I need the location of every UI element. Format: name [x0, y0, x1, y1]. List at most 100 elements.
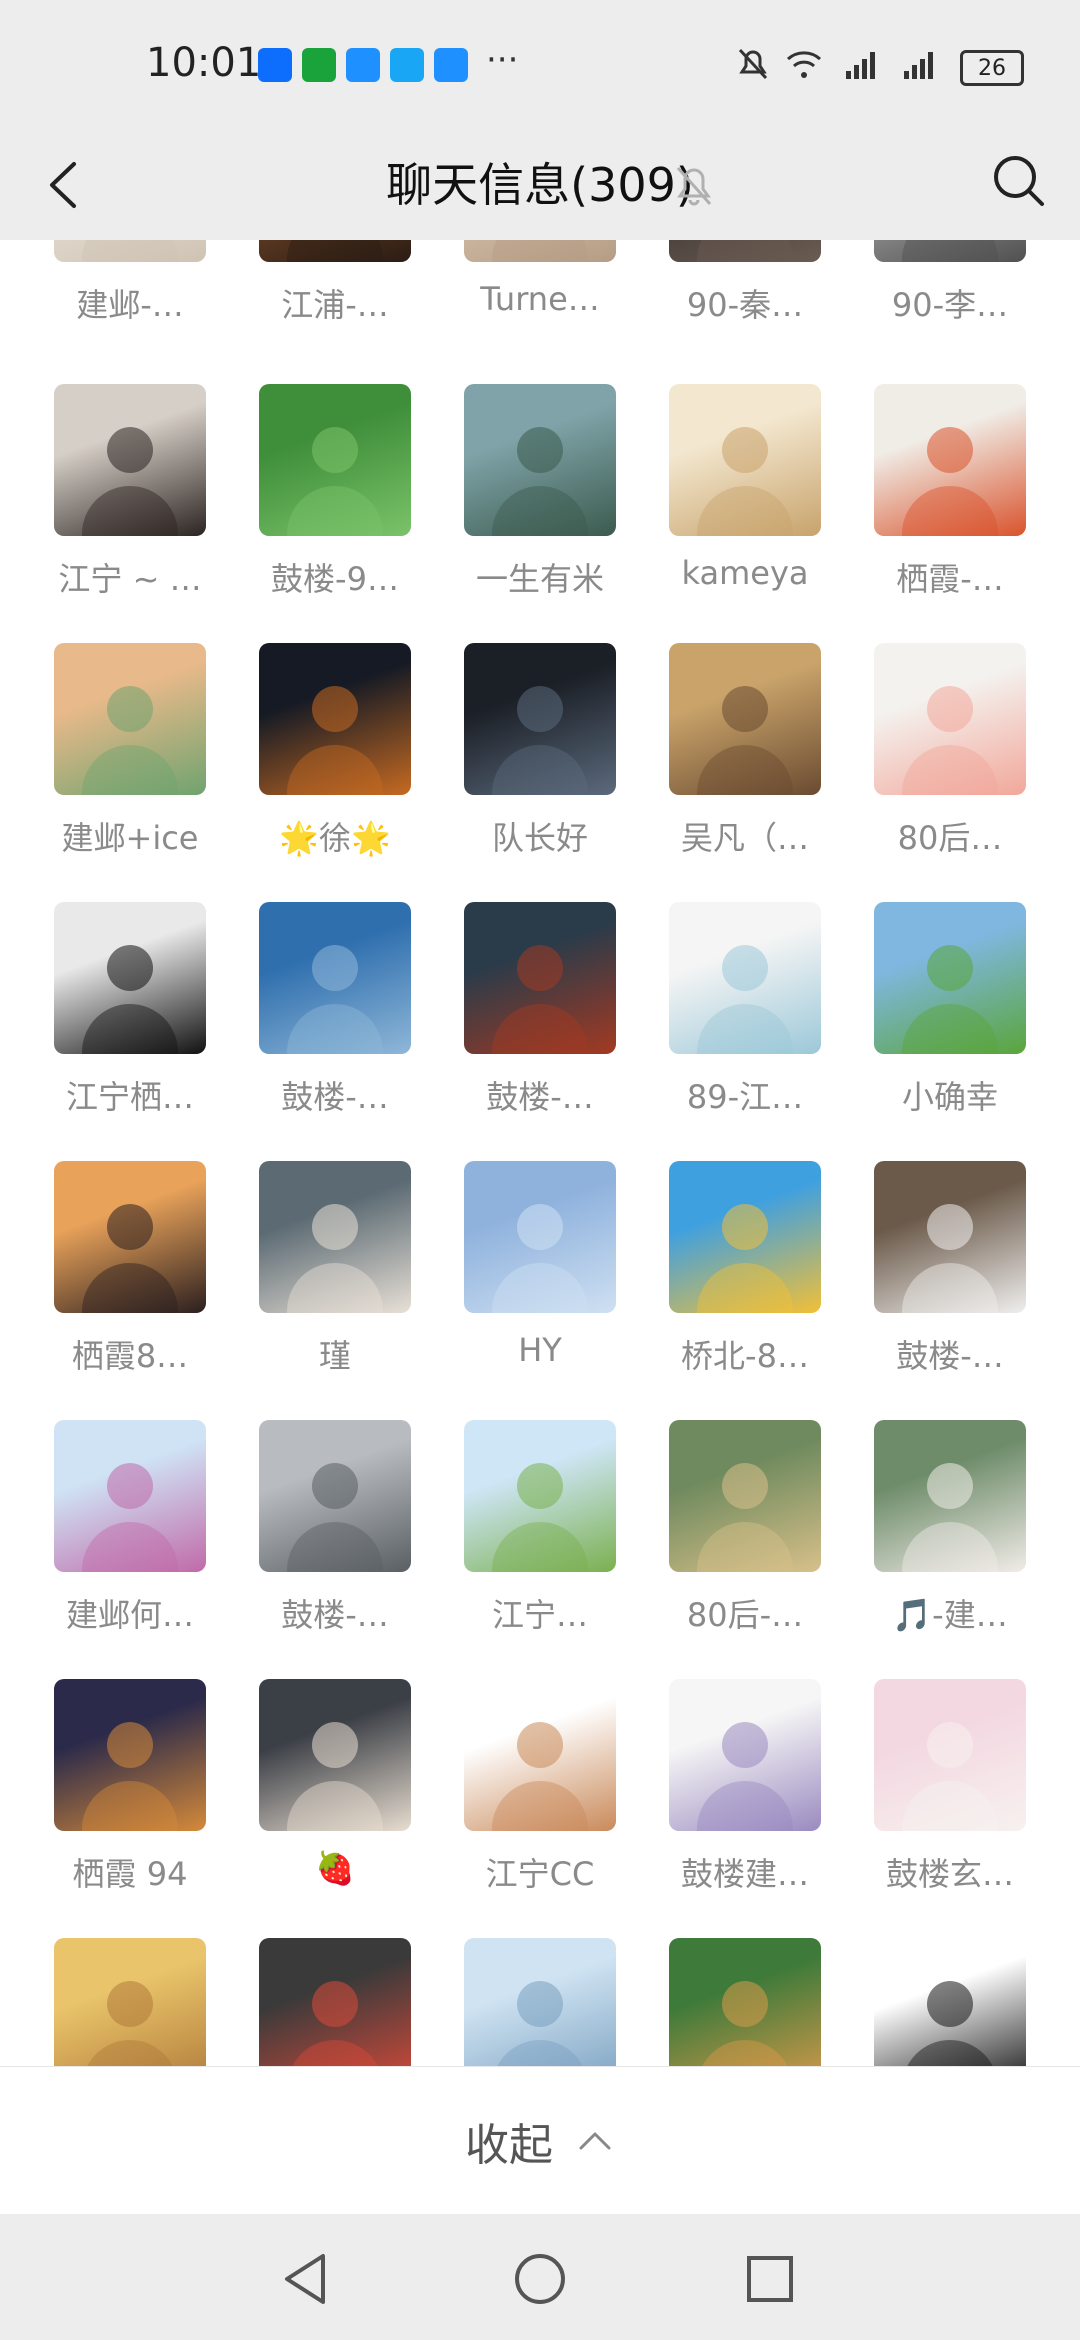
member-item[interactable]: kameya — [643, 384, 847, 592]
member-avatar[interactable] — [464, 643, 616, 795]
member-name: 栖霞8… — [71, 1337, 189, 1375]
member-avatar[interactable] — [669, 1679, 821, 1831]
member-item[interactable]: 🌟徐🌟 — [233, 643, 437, 859]
member-item[interactable]: 鼓楼-… — [848, 1161, 1052, 1377]
member-avatar[interactable] — [874, 1420, 1026, 1572]
member-item[interactable]: 桥北-8… — [643, 1161, 847, 1377]
member-item[interactable]: 江宁… — [438, 1420, 642, 1636]
member-avatar[interactable] — [54, 1938, 206, 2066]
member-name: 江宁 ~ … — [58, 560, 202, 598]
member-item[interactable] — [643, 1938, 847, 2066]
member-item[interactable]: 90-秦… — [643, 240, 847, 326]
member-avatar[interactable] — [464, 240, 616, 262]
member-avatar[interactable] — [874, 902, 1026, 1054]
member-item[interactable] — [28, 1938, 232, 2066]
member-item[interactable]: 小确幸 — [848, 902, 1052, 1118]
member-avatar[interactable] — [874, 1161, 1026, 1313]
member-item[interactable]: 鼓楼玄… — [848, 1679, 1052, 1895]
home-circle-icon[interactable] — [505, 2244, 575, 2314]
member-name: HY — [518, 1331, 562, 1369]
search-icon[interactable] — [984, 146, 1054, 216]
member-item[interactable]: 90-李… — [848, 240, 1052, 326]
member-item[interactable]: HY — [438, 1161, 642, 1369]
recents-square-icon[interactable] — [735, 2244, 805, 2314]
member-name: 桥北-8… — [681, 1337, 809, 1375]
app-notification-icon — [434, 48, 468, 82]
member-avatar[interactable] — [874, 643, 1026, 795]
member-avatar[interactable] — [54, 1161, 206, 1313]
member-item[interactable]: Turne… — [438, 240, 642, 318]
bell-off-status-icon — [738, 48, 768, 80]
member-avatar[interactable] — [874, 240, 1026, 262]
member-item[interactable] — [848, 1938, 1052, 2066]
member-item[interactable]: 鼓楼-… — [233, 902, 437, 1118]
member-avatar[interactable] — [464, 1679, 616, 1831]
member-item[interactable]: 栖霞 94 — [28, 1679, 232, 1895]
member-item[interactable]: 建邺何… — [28, 1420, 232, 1636]
member-avatar[interactable] — [259, 902, 411, 1054]
member-item[interactable]: 栖霞8… — [28, 1161, 232, 1377]
member-avatar[interactable] — [464, 1420, 616, 1572]
member-avatar[interactable] — [259, 1679, 411, 1831]
back-triangle-icon[interactable] — [273, 2244, 343, 2314]
member-avatar[interactable] — [669, 1938, 821, 2066]
member-avatar[interactable] — [669, 902, 821, 1054]
member-avatar[interactable] — [464, 1161, 616, 1313]
member-avatar[interactable] — [259, 1420, 411, 1572]
member-item[interactable]: 鼓楼建… — [643, 1679, 847, 1895]
member-avatar[interactable] — [874, 384, 1026, 536]
member-name: 🌟徐🌟 — [279, 819, 391, 857]
member-avatar[interactable] — [669, 384, 821, 536]
member-avatar[interactable] — [54, 1420, 206, 1572]
member-item[interactable]: 江宁CC — [438, 1679, 642, 1895]
weather-notification-icon — [346, 48, 380, 82]
member-avatar[interactable] — [259, 1938, 411, 2066]
signal-4g-icon — [846, 52, 875, 79]
member-item[interactable]: 江浦-… — [233, 240, 437, 326]
member-item[interactable]: 建邺-… — [28, 240, 232, 326]
member-avatar[interactable] — [874, 1679, 1026, 1831]
member-name: 89-江… — [686, 1078, 804, 1116]
member-avatar[interactable] — [669, 240, 821, 262]
member-name: 鼓楼玄… — [885, 1855, 1014, 1893]
collapse-button[interactable]: 收起 — [0, 2066, 1080, 2215]
member-item[interactable]: 鼓楼-… — [438, 902, 642, 1118]
member-item[interactable]: 建邺+ice — [28, 643, 232, 859]
member-avatar[interactable] — [669, 1161, 821, 1313]
member-avatar[interactable] — [669, 1420, 821, 1572]
member-item[interactable]: 89-江… — [643, 902, 847, 1118]
member-avatar[interactable] — [259, 1161, 411, 1313]
member-avatar[interactable] — [464, 902, 616, 1054]
member-item[interactable]: 一生有米 — [438, 384, 642, 600]
member-avatar[interactable] — [464, 1938, 616, 2066]
member-item[interactable]: 江宁栖… — [28, 902, 232, 1118]
page-title: 聊天信息(309) — [386, 158, 694, 212]
member-item[interactable]: 80后… — [848, 643, 1052, 859]
member-avatar[interactable] — [259, 384, 411, 536]
member-item[interactable]: 🎵-建… — [848, 1420, 1052, 1636]
member-item[interactable]: 江宁 ~ … — [28, 384, 232, 600]
member-avatar[interactable] — [54, 643, 206, 795]
member-item[interactable] — [233, 1938, 437, 2066]
member-item[interactable]: 瑾 — [233, 1161, 437, 1377]
more-notifications-icon: ··· — [486, 40, 519, 80]
member-avatar[interactable] — [54, 902, 206, 1054]
member-name: 80后… — [897, 819, 1003, 857]
member-avatar[interactable] — [874, 1938, 1026, 2066]
member-avatar[interactable] — [464, 384, 616, 536]
member-item[interactable]: 80后-… — [643, 1420, 847, 1636]
member-item[interactable]: 🍓 — [233, 1679, 437, 1887]
member-avatar[interactable] — [54, 1679, 206, 1831]
member-item[interactable]: 鼓楼-9… — [233, 384, 437, 600]
member-item[interactable]: 鼓楼-… — [233, 1420, 437, 1636]
member-item[interactable]: 栖霞-… — [848, 384, 1052, 600]
member-avatar[interactable] — [259, 643, 411, 795]
member-name: 瑾 — [318, 1337, 351, 1375]
member-avatar[interactable] — [259, 240, 411, 262]
member-avatar[interactable] — [54, 384, 206, 536]
member-item[interactable] — [438, 1938, 642, 2066]
member-avatar[interactable] — [54, 240, 206, 262]
member-item[interactable]: 队长好 — [438, 643, 642, 859]
member-avatar[interactable] — [669, 643, 821, 795]
member-item[interactable]: 吴凡（… — [643, 643, 847, 859]
